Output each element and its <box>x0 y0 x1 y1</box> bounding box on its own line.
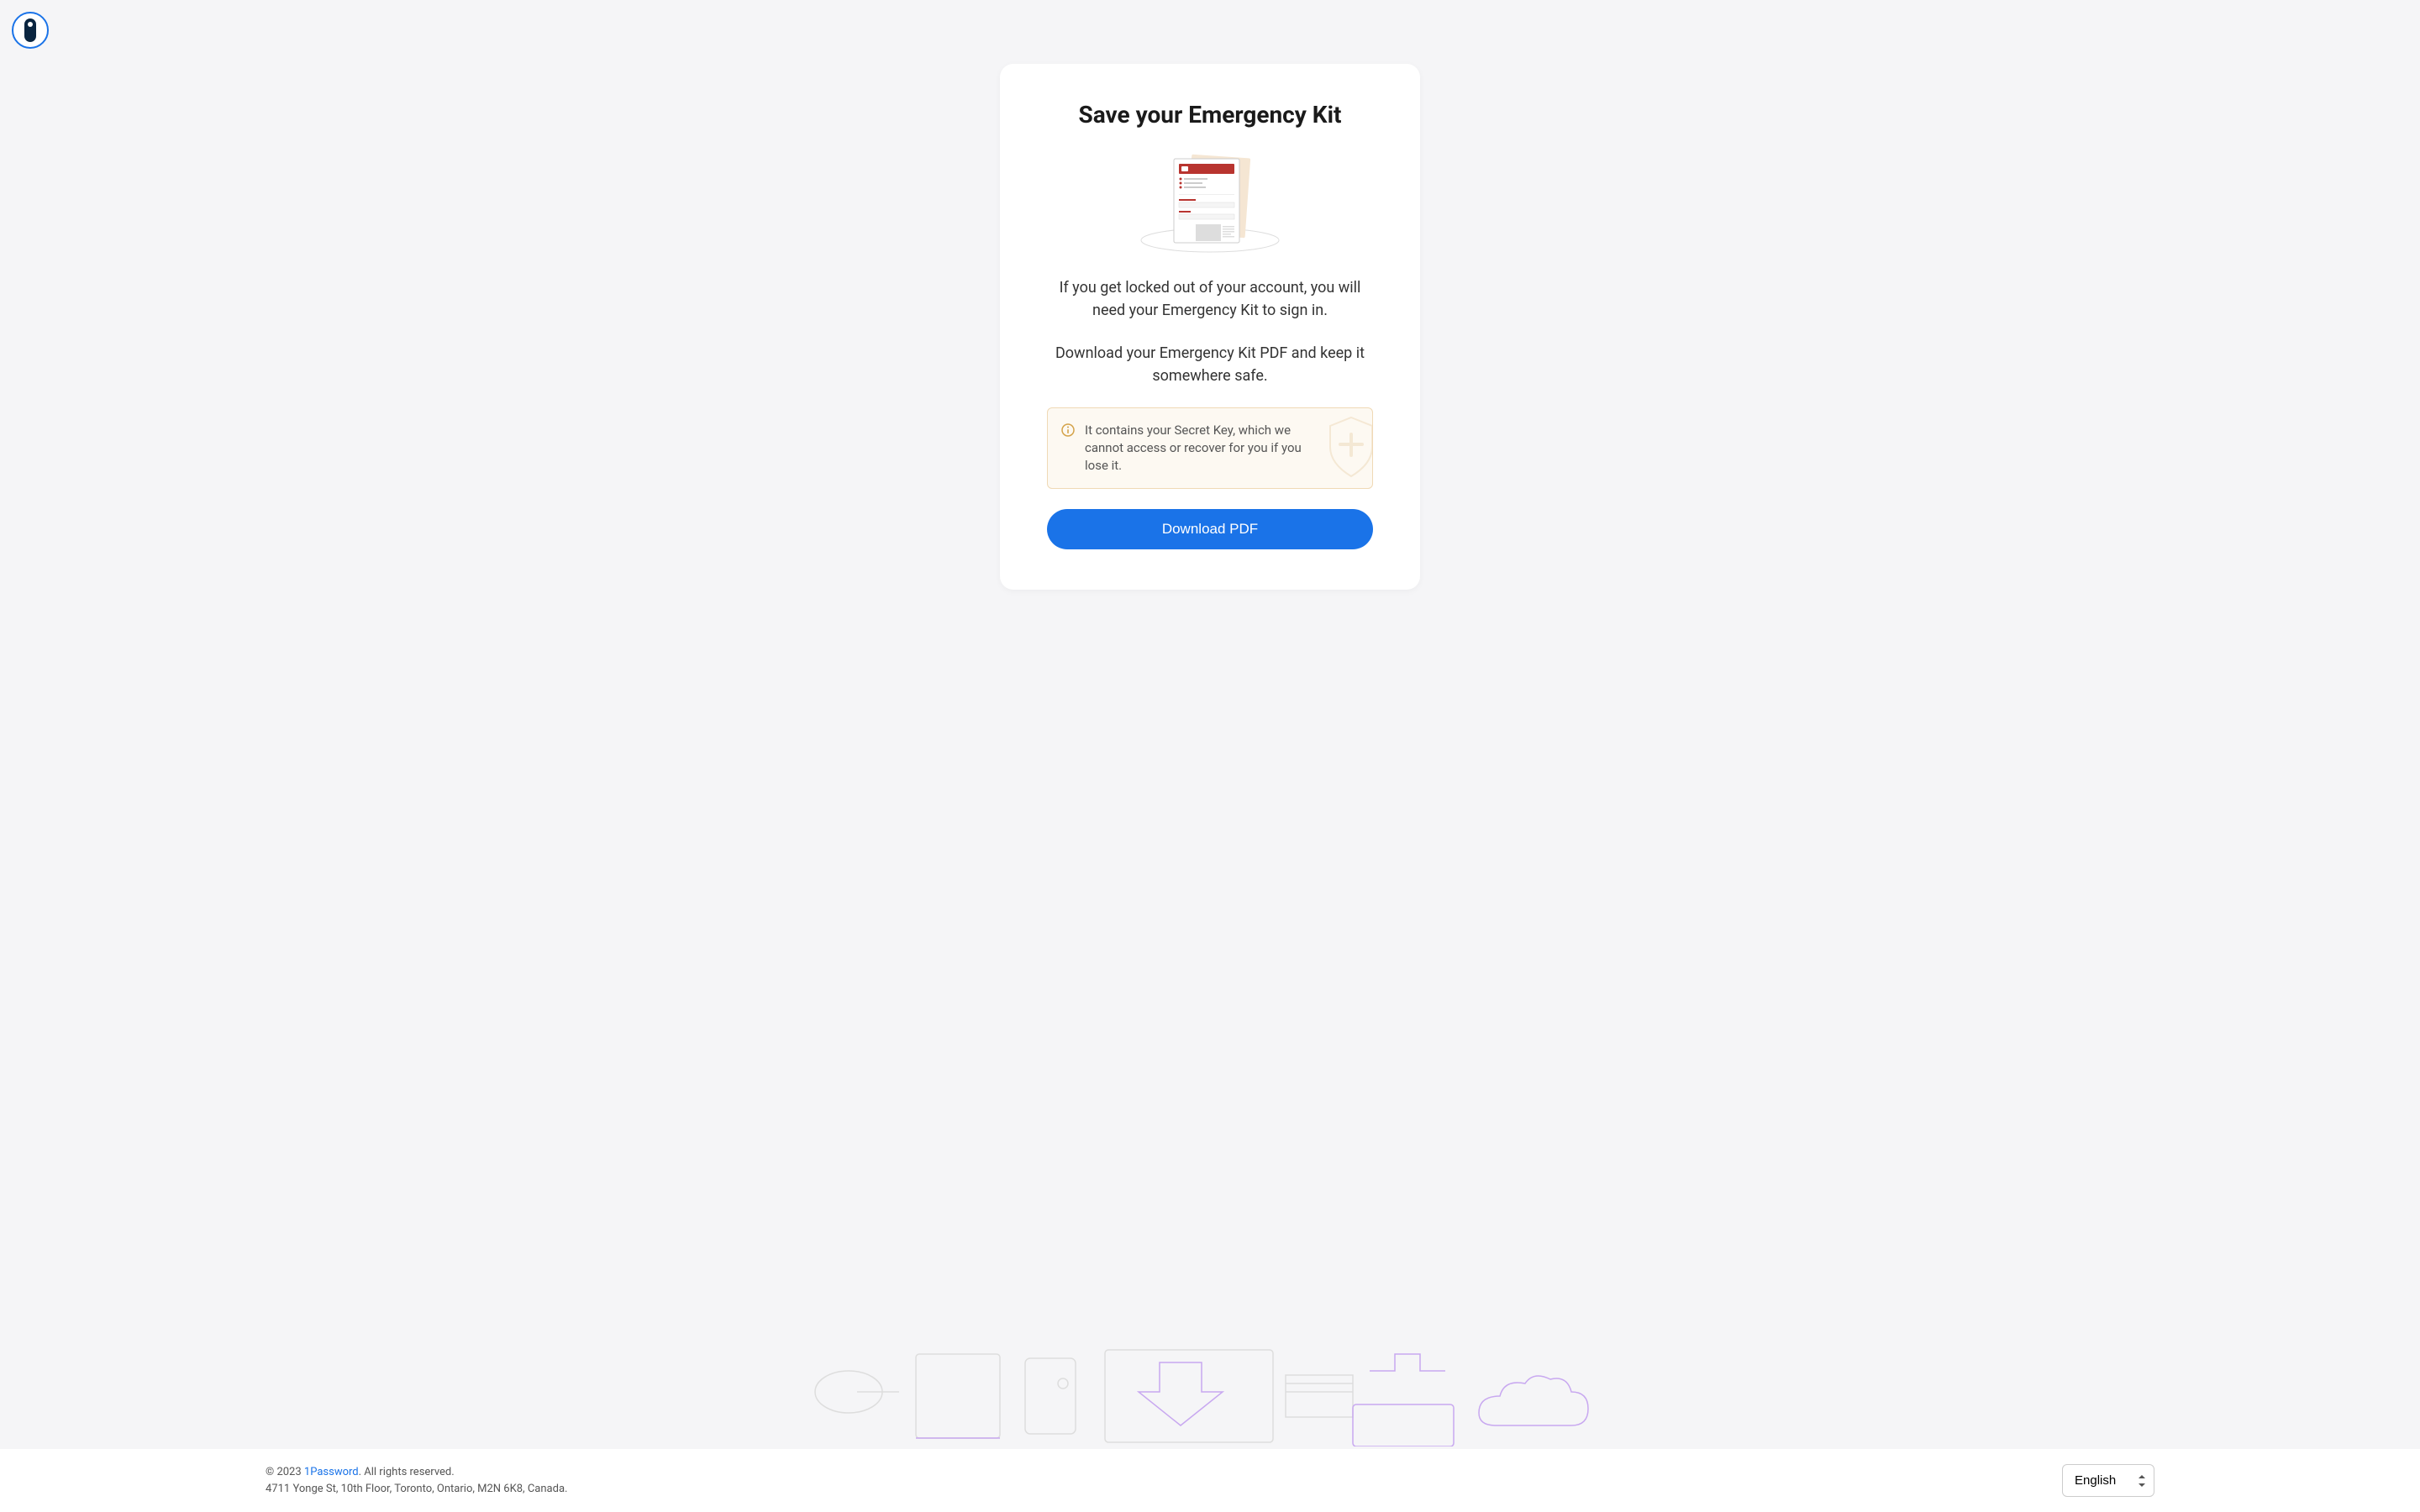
logo-keyhole-icon <box>24 18 36 42</box>
main-content: Save your Emergency Kit <box>0 0 2420 690</box>
copyright-prefix: © 2023 <box>266 1466 304 1478</box>
info-text: It contains your Secret Key, which we ca… <box>1085 422 1322 475</box>
emergency-kit-card: Save your Emergency Kit <box>1000 64 1420 590</box>
emergency-kit-document-icon <box>1139 152 1281 253</box>
download-pdf-button[interactable]: Download PDF <box>1047 509 1373 549</box>
app-logo <box>12 12 49 49</box>
shield-plus-icon <box>1322 413 1373 484</box>
document-illustration <box>1047 152 1373 253</box>
brand-link[interactable]: 1Password <box>304 1466 359 1478</box>
info-icon <box>1061 423 1075 437</box>
description-text-1: If you get locked out of your account, y… <box>1047 276 1373 322</box>
footer-language: English <box>2062 1464 2420 1497</box>
copyright-suffix: . All rights reserved. <box>359 1466 455 1478</box>
footer-address: 4711 Yonge St, 10th Floor, Toronto, Onta… <box>266 1481 567 1498</box>
info-callout: It contains your Secret Key, which we ca… <box>1047 407 1373 489</box>
language-select[interactable]: English <box>2062 1464 2154 1497</box>
background-decoration <box>0 1346 2420 1446</box>
description-text-2: Download your Emergency Kit PDF and keep… <box>1047 342 1373 387</box>
page-footer: © 2023 1Password. All rights reserved. 4… <box>0 1449 2420 1512</box>
card-title: Save your Emergency Kit <box>1047 101 1373 129</box>
footer-copyright: © 2023 1Password. All rights reserved. 4… <box>0 1464 567 1497</box>
